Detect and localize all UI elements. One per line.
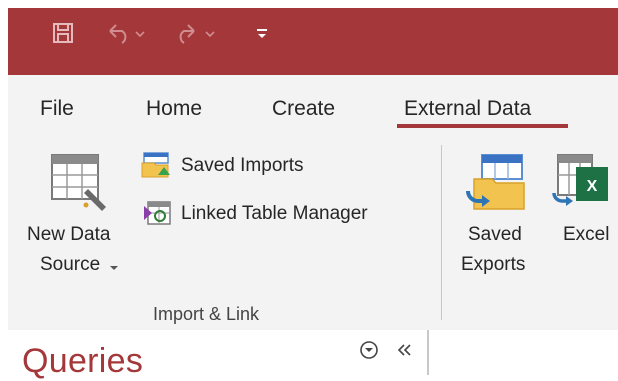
shutter-bar-close-icon[interactable] — [396, 342, 412, 358]
tab-external-data[interactable]: External Data — [404, 97, 531, 121]
nav-pane-menu-icon[interactable] — [359, 340, 379, 360]
undo-button[interactable] — [106, 22, 146, 44]
new-data-source-icon[interactable] — [46, 153, 112, 213]
active-tab-indicator — [397, 124, 568, 128]
saved-exports-line2[interactable]: Exports — [461, 254, 525, 276]
redo-button[interactable] — [176, 22, 216, 44]
linked-table-manager-button[interactable]: Linked Table Manager — [181, 203, 368, 225]
new-data-source-line1[interactable]: New Data — [27, 224, 110, 246]
linked-table-manager-icon[interactable] — [140, 200, 172, 228]
saved-imports-button[interactable]: Saved Imports — [181, 155, 304, 177]
nav-pane-heading[interactable]: Queries — [22, 342, 143, 381]
undo-icon — [109, 24, 145, 44]
save-icon[interactable] — [50, 22, 76, 44]
title-bar — [8, 8, 618, 75]
tab-file[interactable]: File — [40, 97, 74, 121]
saved-exports-icon[interactable] — [464, 153, 530, 213]
tab-home[interactable]: Home — [146, 97, 202, 121]
document-area — [429, 330, 618, 375]
group-divider — [441, 145, 442, 320]
svg-text:X: X — [587, 178, 598, 195]
excel-export-icon[interactable]: X — [552, 153, 610, 213]
excel-export-button[interactable]: Excel — [563, 224, 609, 246]
customize-qat-icon[interactable] — [255, 22, 269, 44]
saved-exports-line1[interactable]: Saved — [468, 224, 522, 246]
chevron-down-icon[interactable] — [109, 264, 119, 272]
new-data-source-line2[interactable]: Source — [40, 254, 100, 276]
import-link-group-label: Import & Link — [153, 304, 260, 324]
redo-icon — [179, 24, 215, 44]
saved-imports-icon[interactable] — [140, 151, 172, 179]
tab-create[interactable]: Create — [272, 97, 335, 121]
